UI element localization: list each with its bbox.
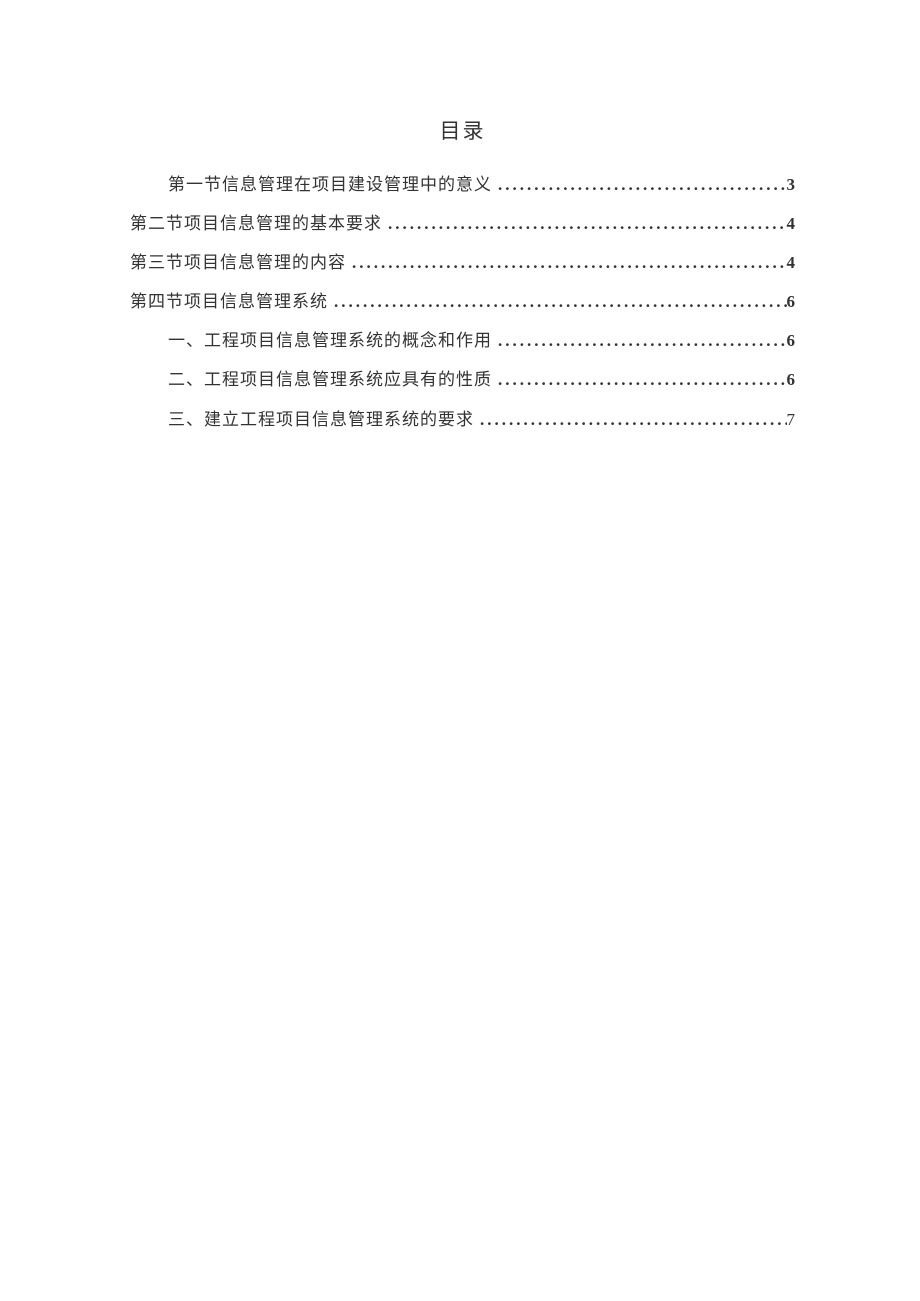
toc-leader-dots: [474, 400, 787, 439]
toc-leader-dots: [328, 282, 787, 321]
toc-leader-dots: [492, 360, 787, 399]
toc-entry-page: 6: [787, 321, 796, 360]
toc-entry-label: 三、建立工程项目信息管理系统的要求: [168, 400, 474, 439]
toc-entry-page: 6: [787, 360, 796, 399]
toc-entry: 第四节项目信息管理系统 6: [130, 282, 795, 321]
toc-entry-page: 6: [787, 282, 796, 321]
toc-entry: 二、工程项目信息管理系统应具有的性质 6: [130, 360, 795, 399]
toc-entry-label: 二、工程项目信息管理系统应具有的性质: [168, 360, 492, 399]
toc-entry-page: 4: [787, 204, 796, 243]
toc-entry: 一、工程项目信息管理系统的概念和作用 6: [130, 321, 795, 360]
toc-entry-label: 第二节项目信息管理的基本要求: [130, 204, 382, 243]
toc-entry-page: 4: [787, 243, 796, 282]
toc-entry-label: 一、工程项目信息管理系统的概念和作用: [168, 321, 492, 360]
toc-leader-dots: [492, 321, 787, 360]
toc-entry: 第一节信息管理在项目建设管理中的意义 3: [130, 165, 795, 204]
toc-entry-page: 3: [787, 165, 796, 204]
toc-entry: 三、建立工程项目信息管理系统的要求 7: [130, 400, 795, 439]
toc-leader-dots: [382, 204, 787, 243]
toc-container: 第一节信息管理在项目建设管理中的意义3第二节项目信息管理的基本要求4第三节项目信…: [130, 165, 795, 439]
toc-entry: 第三节项目信息管理的内容 4: [130, 243, 795, 282]
toc-entry: 第二节项目信息管理的基本要求 4: [130, 204, 795, 243]
toc-entry-label: 第一节信息管理在项目建设管理中的意义: [168, 165, 492, 204]
toc-leader-dots: [346, 243, 787, 282]
toc-entry-page: 7: [787, 400, 796, 439]
toc-leader-dots: [492, 165, 787, 204]
toc-entry-label: 第三节项目信息管理的内容: [130, 243, 346, 282]
toc-title: 目录: [130, 115, 795, 145]
toc-entry-label: 第四节项目信息管理系统: [130, 282, 328, 321]
